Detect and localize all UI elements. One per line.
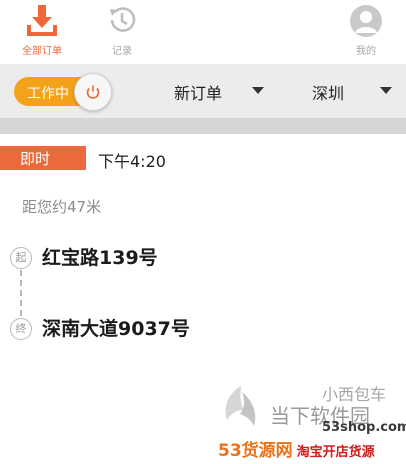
caret-down-icon <box>252 87 264 94</box>
download-tray-icon <box>26 4 58 40</box>
badge-label: 即时 <box>20 150 51 168</box>
city-dropdown[interactable]: 深圳 <box>312 80 394 103</box>
pickup-address[interactable]: 红宝路139号 <box>42 243 158 270</box>
tab-label: 记录 <box>112 46 132 57</box>
history-clock-icon <box>106 4 138 40</box>
watermark-domain: 53shop.com <box>322 420 406 435</box>
tab-label: 全部订单 <box>22 46 62 57</box>
section-divider <box>0 118 406 134</box>
order-time: 下午4:20 <box>98 152 166 171</box>
power-icon <box>86 85 100 99</box>
tab-history[interactable]: 记录 <box>87 0 157 64</box>
tab-me[interactable]: 我的 <box>331 0 401 64</box>
watermark-banner-left: 53货源网 <box>218 441 293 461</box>
toggle-knob[interactable] <box>74 73 112 111</box>
work-status-toggle[interactable]: 工作中 <box>14 73 112 111</box>
start-marker: 起 <box>10 247 32 269</box>
dropoff-address[interactable]: 深南大道9037号 <box>42 314 190 341</box>
tab-all-orders[interactable]: 全部订单 <box>7 0 77 64</box>
route-dash-line <box>20 270 22 316</box>
tab-label: 我的 <box>356 46 376 57</box>
order-type-dropdown[interactable]: 新订单 <box>174 80 266 103</box>
watermark-banner-right: 淘宝开店货源 <box>296 445 375 460</box>
toggle-label: 工作中 <box>27 86 69 102</box>
watermark-banner: 53货源网 淘宝开店货源 <box>218 436 375 461</box>
caret-down-icon <box>380 87 392 94</box>
end-marker: 终 <box>10 318 32 340</box>
watermark-logo-icon <box>218 384 264 438</box>
top-tab-bar: 全部订单 记录 我的 <box>0 0 406 64</box>
order-type-label: 新订单 <box>174 84 223 103</box>
filter-bar: 工作中 新订单 深圳 <box>0 64 406 118</box>
user-avatar-icon <box>349 4 383 42</box>
city-label: 深圳 <box>312 84 345 103</box>
order-distance: 距您约47米 <box>22 198 102 216</box>
order-type-badge: 即时 <box>0 146 86 170</box>
